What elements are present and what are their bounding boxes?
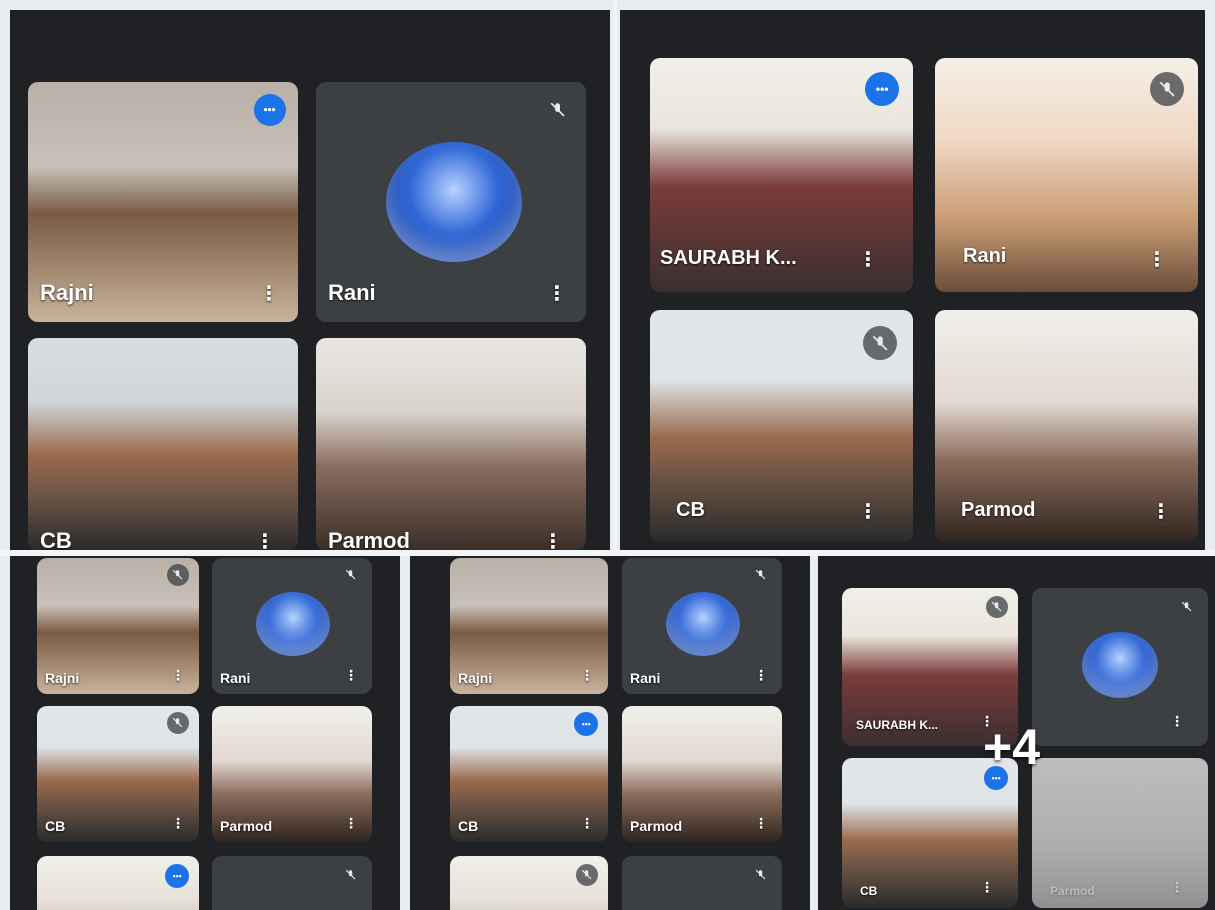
avatar-image: [256, 592, 330, 656]
participant-tile-rajni[interactable]: Rajni ⋮: [450, 558, 608, 694]
more-options-icon[interactable]: ⋮: [1147, 248, 1167, 271]
divider: [613, 0, 617, 555]
mic-off-icon: [750, 864, 772, 886]
participant-tile-parmod[interactable]: Parmod ⋮: [212, 706, 372, 842]
video-feed: [28, 338, 298, 550]
mic-off-icon: [167, 712, 189, 734]
more-options-icon[interactable]: ⋮: [547, 282, 567, 305]
mic-off-icon: [167, 564, 189, 586]
more-options-icon[interactable]: ⋮: [169, 812, 187, 834]
more-options-icon[interactable]: ⋮: [752, 664, 770, 686]
mic-off-icon: [750, 564, 772, 586]
more-options-icon[interactable]: ⋮: [1168, 710, 1186, 732]
participant-tile-rajni[interactable]: Rajni ⋮: [28, 82, 298, 322]
meeting-grid-panel-2: SAURABH K... ⋮ Rani ⋮ CB ⋮ Parmod ⋮: [620, 10, 1205, 550]
participant-tile-parmod[interactable]: Parmod ⋮: [935, 310, 1198, 542]
participant-tile-cb[interactable]: CB ⋮: [842, 758, 1018, 908]
participant-name: Rajni: [458, 670, 493, 686]
participant-tile-parmod[interactable]: Parmod ⋮: [622, 706, 782, 842]
meeting-grid-panel-5: SAURABH K... ⋮ ⋮ CB ⋮ Parmod ⋮ +4: [818, 556, 1215, 910]
participant-name: Rajni: [45, 670, 80, 686]
participant-name: CB: [676, 499, 705, 521]
participant-name: CB: [860, 884, 878, 898]
participant-tile[interactable]: [37, 856, 199, 910]
mic-off-icon: [1150, 72, 1184, 106]
more-options-icon[interactable]: ⋮: [578, 664, 596, 686]
more-participants-count[interactable]: +4: [983, 718, 1040, 776]
participant-tile-rani[interactable]: Rani ⋮: [316, 82, 586, 322]
participant-name: Parmod: [630, 818, 683, 834]
more-options-icon[interactable]: ⋮: [169, 664, 187, 686]
participant-name: Parmod: [961, 499, 1036, 521]
more-options-icon[interactable]: ⋮: [543, 530, 563, 551]
participant-tile-rani[interactable]: Rani ⋮: [622, 558, 782, 694]
participant-tile-rani[interactable]: ⋮: [1032, 588, 1208, 746]
mic-off-icon: [576, 864, 598, 886]
more-options-icon[interactable]: ⋮: [1151, 500, 1171, 523]
participant-tile-cb[interactable]: CB ⋮: [650, 310, 913, 542]
more-options-icon[interactable]: ⋮: [255, 530, 275, 551]
participant-tile-saurabh[interactable]: SAURABH K... ⋮: [650, 58, 913, 292]
mic-off-icon: [340, 564, 362, 586]
participant-tile-rajni[interactable]: Rajni ⋮: [37, 558, 199, 694]
participant-tile-parmod[interactable]: Parmod ⋮: [316, 338, 586, 550]
participant-tile-parmod[interactable]: Parmod ⋮: [1032, 758, 1208, 908]
participant-name: Rani: [963, 245, 1007, 267]
participant-name: CB: [458, 818, 479, 834]
participant-name: CB: [40, 528, 72, 550]
meeting-grid-panel-1: Rajni ⋮ Rani ⋮ CB ⋮ Parmod ⋮: [10, 10, 610, 550]
speaking-indicator-icon: [165, 864, 189, 888]
participant-name: CB: [45, 818, 66, 834]
participant-name: SAURABH K...: [660, 247, 797, 269]
video-feed: [316, 338, 586, 550]
mic-off-icon: [1176, 596, 1198, 618]
participant-name: Rani: [220, 670, 251, 686]
participant-tile-cb[interactable]: CB ⋮: [37, 706, 199, 842]
avatar-image: [1082, 632, 1158, 698]
participant-tile-cb[interactable]: CB ⋮: [450, 706, 608, 842]
meeting-grid-panel-4: Rajni ⋮ Rani ⋮ CB ⋮ Parmod ⋮: [410, 556, 810, 910]
mic-off-icon: [542, 94, 574, 126]
more-options-icon[interactable]: ⋮: [259, 282, 279, 305]
participant-tile-rani[interactable]: Rani ⋮: [935, 58, 1198, 292]
more-options-icon[interactable]: ⋮: [858, 248, 878, 271]
participant-tile[interactable]: [212, 856, 372, 910]
participant-tile[interactable]: [622, 856, 782, 910]
participant-name: Parmod: [220, 818, 273, 834]
speaking-indicator-icon: [254, 94, 286, 126]
more-options-icon[interactable]: ⋮: [752, 812, 770, 834]
participant-name: Parmod: [328, 528, 410, 550]
avatar-image: [386, 142, 522, 262]
participant-tile-cb[interactable]: CB ⋮: [28, 338, 298, 550]
participant-name: SAURABH K...: [856, 718, 939, 732]
participant-tile-rani[interactable]: Rani ⋮: [212, 558, 372, 694]
more-options-icon[interactable]: ⋮: [342, 664, 360, 686]
more-options-icon[interactable]: ⋮: [858, 500, 878, 523]
participant-name: Rajni: [40, 280, 94, 305]
participant-name: Rani: [328, 280, 376, 305]
speaking-indicator-icon: [865, 72, 899, 106]
participant-name: Parmod: [1050, 884, 1095, 898]
participant-name: Rani: [630, 670, 661, 686]
more-options-icon[interactable]: ⋮: [342, 812, 360, 834]
avatar-image: [666, 592, 740, 656]
mic-off-icon: [986, 596, 1008, 618]
more-options-icon[interactable]: ⋮: [978, 876, 996, 898]
meeting-grid-panel-3: Rajni ⋮ Rani ⋮ CB ⋮ Parmod ⋮: [10, 556, 400, 910]
more-options-icon[interactable]: ⋮: [578, 812, 596, 834]
speaking-indicator-icon: [574, 712, 598, 736]
participant-tile[interactable]: [450, 856, 608, 910]
mic-off-icon: [863, 326, 897, 360]
mic-off-icon: [340, 864, 362, 886]
more-options-icon[interactable]: ⋮: [1168, 876, 1186, 898]
